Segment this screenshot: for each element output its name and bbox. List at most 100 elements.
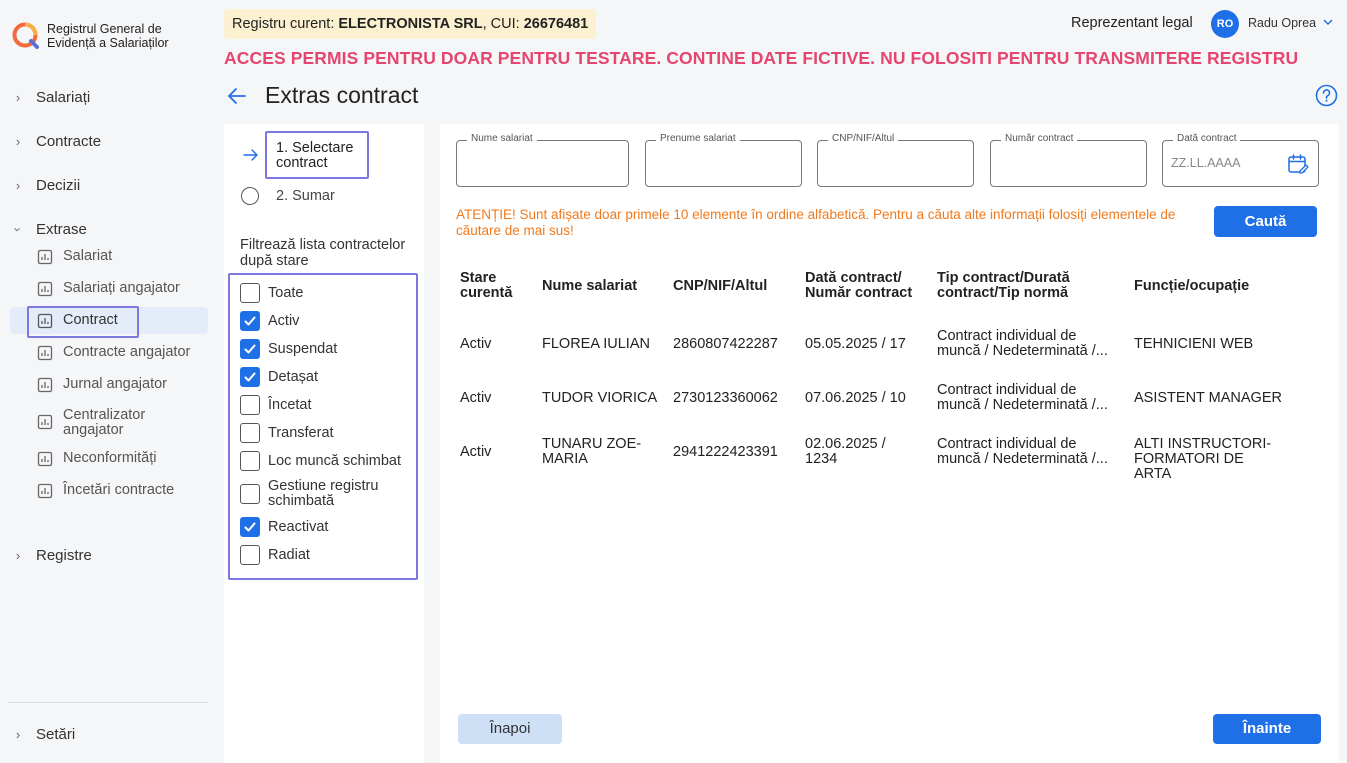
filter-option[interactable]: Reactivat <box>240 517 328 537</box>
nav-section-setari[interactable]: › Setări <box>0 722 216 746</box>
filter-option-label: Detașat <box>268 368 318 385</box>
table-cell: Activ <box>460 444 492 460</box>
field-label: Nume salariat <box>467 133 537 144</box>
calendar-icon[interactable] <box>1286 152 1310 176</box>
nav-section-label: Setări <box>36 725 76 743</box>
back-button[interactable]: Înapoi <box>458 714 562 744</box>
search-button[interactable]: Caută <box>1214 206 1317 237</box>
test-warning-banner: ACCES PERMIS PENTRU DOAR PENTRU TESTARE.… <box>224 48 1299 68</box>
step-2-indicator <box>241 187 259 205</box>
search-nume-input[interactable] <box>465 151 620 175</box>
checkbox-checked-icon[interactable] <box>240 311 260 331</box>
registry-cui-label: , CUI: <box>482 16 524 32</box>
sidebar-item-salariat[interactable]: Salariat <box>10 249 208 267</box>
table-cell: 2730123360062 <box>673 390 778 406</box>
sidebar-item-label: Jurnal angajator <box>63 376 167 392</box>
user-name[interactable]: Radu Oprea <box>1248 16 1316 30</box>
filter-option[interactable]: Activ <box>240 311 299 331</box>
nav-section-registre[interactable]: › Registre <box>0 543 216 567</box>
search-data-contract-input[interactable] <box>1171 151 1278 175</box>
step-2-label[interactable]: 2. Sumar <box>276 188 335 204</box>
filter-option[interactable]: Loc muncă schimbat <box>240 451 401 471</box>
filter-option[interactable]: Radiat <box>240 545 310 565</box>
table-cell: 2860807422287 <box>673 336 778 352</box>
avatar[interactable]: RO <box>1211 10 1239 38</box>
checkbox-unchecked-icon[interactable] <box>240 423 260 443</box>
back-arrow-icon[interactable] <box>226 85 248 107</box>
nav-section-salariati[interactable]: › Salariați <box>0 85 216 109</box>
sidebar-item-jurnal-angajator[interactable]: Jurnal angajator <box>10 377 208 395</box>
sidebar-item-incetari-contracte[interactable]: Încetări contracte <box>10 483 208 501</box>
search-data-contract-field[interactable]: Dată contract <box>1162 133 1319 187</box>
checkbox-unchecked-icon[interactable] <box>240 395 260 415</box>
checkbox-unchecked-icon[interactable] <box>240 484 260 504</box>
report-icon <box>37 451 53 467</box>
nav-section-decizii[interactable]: › Decizii <box>0 173 216 197</box>
filter-option[interactable]: Gestiune registru schimbată <box>240 479 393 509</box>
sidebar-item-salariati-angajator[interactable]: Salariați angajator <box>10 281 208 299</box>
chevron-right-icon: › <box>15 177 21 193</box>
filter-option[interactable]: Toate <box>240 283 303 303</box>
sidebar: Registrul General de Evidență a Salariaț… <box>0 0 216 763</box>
filter-option-label: Reactivat <box>268 518 329 535</box>
checkbox-checked-icon[interactable] <box>240 339 260 359</box>
filter-option[interactable]: Transferat <box>240 423 334 443</box>
chevron-right-icon: › <box>15 133 21 149</box>
search-cnp-field[interactable]: CNP/NIF/Altul <box>817 133 974 187</box>
checkbox-unchecked-icon[interactable] <box>240 283 260 303</box>
table-header[interactable]: Dată contract/ Număr contract <box>805 271 925 301</box>
table-cell: Contract individual de muncă / Nedetermi… <box>937 436 1108 467</box>
nav-section-label: Salariați <box>36 88 91 106</box>
next-button[interactable]: Înainte <box>1213 714 1321 744</box>
search-prenume-field[interactable]: Prenume salariat <box>645 133 802 187</box>
filter-option[interactable]: Suspendat <box>240 339 337 359</box>
chevron-right-icon: › <box>15 547 21 563</box>
checkbox-checked-icon[interactable] <box>240 367 260 387</box>
table-header[interactable]: Funcție/ocupație <box>1134 279 1314 294</box>
chevron-down-icon[interactable] <box>1321 15 1335 29</box>
step-1-label: 1. Selectare contract <box>276 140 354 171</box>
sidebar-item-neconformitati[interactable]: Neconformități <box>10 451 208 469</box>
filter-option-label: Toate <box>268 284 304 301</box>
nav-section-extrase[interactable]: › Extrase <box>0 217 216 241</box>
current-registry: Registru curent: ELECTRONISTA SRL, CUI: … <box>224 9 597 39</box>
filter-option-label: Loc muncă schimbat <box>268 452 401 469</box>
registry-cui: 26676481 <box>523 16 589 32</box>
table-header[interactable]: CNP/NIF/Altul <box>673 279 793 294</box>
search-cnp-input[interactable] <box>826 151 965 175</box>
filter-option[interactable]: Detașat <box>240 367 318 387</box>
table-cell: Activ <box>460 390 492 406</box>
search-numar-contract-field[interactable]: Număr contract <box>990 133 1147 187</box>
sidebar-item-centralizator-angajator[interactable]: Centralizator angajator <box>10 408 208 438</box>
search-numar-contract-input[interactable] <box>999 151 1138 175</box>
sidebar-item-label: Centralizator angajator <box>63 407 146 438</box>
checkbox-unchecked-icon[interactable] <box>240 451 260 471</box>
filter-option-label: Activ <box>268 312 300 329</box>
chevron-right-icon: › <box>15 89 21 105</box>
help-icon[interactable] <box>1315 84 1338 107</box>
report-icon <box>37 345 53 361</box>
field-label: Număr contract <box>1001 133 1078 144</box>
checkbox-unchecked-icon[interactable] <box>240 545 260 565</box>
table-header[interactable]: Tip contract/Durată contract/Tip normă <box>937 271 1122 301</box>
nav-section-contracte[interactable]: › Contracte <box>0 129 216 153</box>
app-logo[interactable]: Registrul General de Evidență a Salariaț… <box>12 22 187 50</box>
checkbox-checked-icon[interactable] <box>240 517 260 537</box>
sidebar-item-contracte-angajator[interactable]: Contracte angajator <box>10 345 208 363</box>
sidebar-item-label: Încetări contracte <box>63 482 175 498</box>
report-icon <box>37 377 53 393</box>
filter-option[interactable]: Încetat <box>240 395 312 415</box>
sidebar-item-contract[interactable]: Contract <box>10 307 208 334</box>
search-prenume-input[interactable] <box>654 151 793 175</box>
sidebar-item-label: Neconformități <box>63 450 157 466</box>
sidebar-item-label: Contract <box>63 312 118 328</box>
table-cell: TUNARU ZOE-MARIA <box>542 436 642 467</box>
nav-section-label: Decizii <box>36 176 81 194</box>
table-header[interactable]: Nume salariat <box>542 279 662 294</box>
filter-option-label: Gestiune registru schimbată <box>268 478 379 509</box>
search-nume-field[interactable]: Nume salariat <box>456 133 629 187</box>
chevron-down-icon: › <box>10 226 26 232</box>
user-role: Reprezentant legal <box>1071 15 1193 31</box>
table-header[interactable]: Stare curentă <box>460 271 530 301</box>
table-cell: TEHNICIENI WEB <box>1134 336 1254 352</box>
